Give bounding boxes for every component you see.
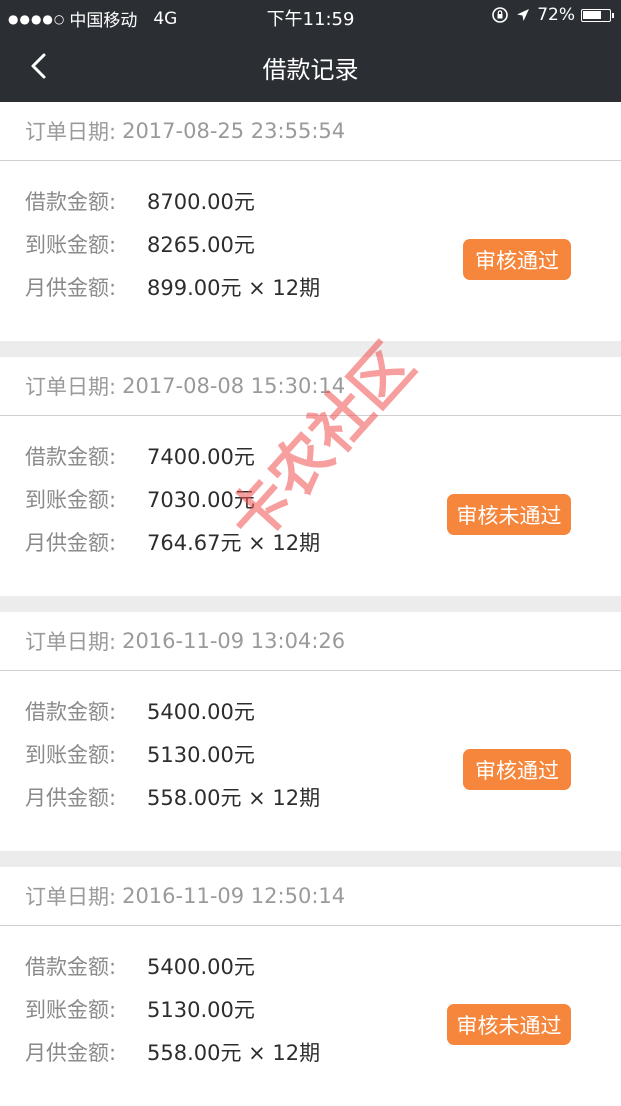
battery-percent: 72%: [537, 5, 575, 25]
loan-amount-label: 借款金额:: [25, 444, 117, 469]
order-date-label: 订单日期:: [25, 375, 117, 399]
order-date-row: 订单日期: 2017-08-08 15:30:14: [0, 357, 621, 416]
order-date-row: 订单日期: 2016-11-09 12:50:14: [0, 867, 621, 926]
navigation-bar: 借款记录: [0, 32, 621, 102]
order-date-value: 2016-11-09 13:04:26: [122, 629, 346, 653]
received-amount-label: 到账金额:: [25, 487, 117, 512]
battery-fill: [583, 10, 601, 19]
loan-amount-label: 借款金额:: [25, 699, 117, 724]
status-bar: ●●●●○ 中国移动 4G 下午11:59 72%: [0, 0, 621, 32]
loan-amount-row: 借款金额: 8700.00元: [25, 179, 621, 222]
page-title: 借款记录: [262, 56, 359, 84]
order-date-label: 订单日期:: [25, 630, 117, 654]
battery-icon: [581, 8, 614, 22]
monthly-payment-label: 月供金额:: [25, 785, 117, 810]
received-amount-label: 到账金额:: [25, 742, 117, 767]
received-amount-value: 5130.00元: [147, 997, 255, 1022]
received-amount-value: 8265.00元: [147, 232, 255, 257]
received-amount-label: 到账金额:: [25, 997, 117, 1022]
loan-amount-label: 借款金额:: [25, 189, 117, 214]
loan-amount-value: 7400.00元: [147, 444, 255, 469]
review-status-button[interactable]: 审核通过: [463, 239, 571, 280]
loan-amount-label: 借款金额:: [25, 954, 117, 979]
loan-amount-row: 借款金额: 5400.00元: [25, 944, 621, 987]
loan-amount-value: 5400.00元: [147, 699, 255, 724]
orientation-lock-icon: [492, 7, 509, 23]
review-status-button[interactable]: 审核未通过: [447, 1004, 571, 1045]
order-date-row: 订单日期: 2016-11-09 13:04:26: [0, 612, 621, 671]
received-amount-value: 5130.00元: [147, 742, 255, 767]
loan-record-card: 订单日期: 2016-11-09 13:04:26 借款金额: 5400.00元…: [0, 612, 621, 851]
order-details: 借款金额: 7400.00元 到账金额: 7030.00元 月供金额: 764.…: [0, 434, 621, 596]
monthly-payment-value: 764.67元 × 12期: [147, 530, 321, 555]
received-amount-value: 7030.00元: [147, 487, 255, 512]
loan-record-list: 订单日期: 2017-08-25 23:55:54 借款金额: 8700.00元…: [0, 102, 621, 1106]
order-date-row: 订单日期: 2017-08-25 23:55:54: [0, 102, 621, 161]
order-details: 借款金额: 5400.00元 到账金额: 5130.00元 月供金额: 558.…: [0, 944, 621, 1106]
monthly-payment-label: 月供金额:: [25, 530, 117, 555]
order-details: 借款金额: 8700.00元 到账金额: 8265.00元 月供金额: 899.…: [0, 179, 621, 341]
order-date-value: 2016-11-09 12:50:14: [122, 884, 346, 908]
status-bar-right: 72%: [491, 5, 614, 25]
loan-record-card: 订单日期: 2017-08-25 23:55:54 借款金额: 8700.00元…: [0, 102, 621, 341]
review-status-button[interactable]: 审核未通过: [447, 494, 571, 535]
loan-record-card: 订单日期: 2016-11-09 12:50:14 借款金额: 5400.00元…: [0, 867, 621, 1106]
monthly-payment-value: 558.00元 × 12期: [147, 1040, 321, 1065]
order-date-label: 订单日期:: [25, 120, 117, 144]
review-status-button[interactable]: 审核通过: [463, 749, 571, 790]
monthly-payment-label: 月供金额:: [25, 275, 117, 300]
loan-record-card: 订单日期: 2017-08-08 15:30:14 借款金额: 7400.00元…: [0, 357, 621, 596]
loan-amount-value: 8700.00元: [147, 189, 255, 214]
loan-amount-value: 5400.00元: [147, 954, 255, 979]
order-details: 借款金额: 5400.00元 到账金额: 5130.00元 月供金额: 558.…: [0, 689, 621, 851]
order-date-value: 2017-08-08 15:30:14: [122, 374, 346, 398]
loan-amount-row: 借款金额: 5400.00元: [25, 689, 621, 732]
received-amount-label: 到账金额:: [25, 232, 117, 257]
loan-amount-row: 借款金额: 7400.00元: [25, 434, 621, 477]
monthly-payment-value: 899.00元 × 12期: [147, 275, 321, 300]
location-arrow-icon: [517, 9, 530, 21]
monthly-payment-value: 558.00元 × 12期: [147, 785, 321, 810]
order-date-label: 订单日期:: [25, 885, 117, 909]
order-date-value: 2017-08-25 23:55:54: [122, 119, 346, 143]
monthly-payment-label: 月供金额:: [25, 1040, 117, 1065]
